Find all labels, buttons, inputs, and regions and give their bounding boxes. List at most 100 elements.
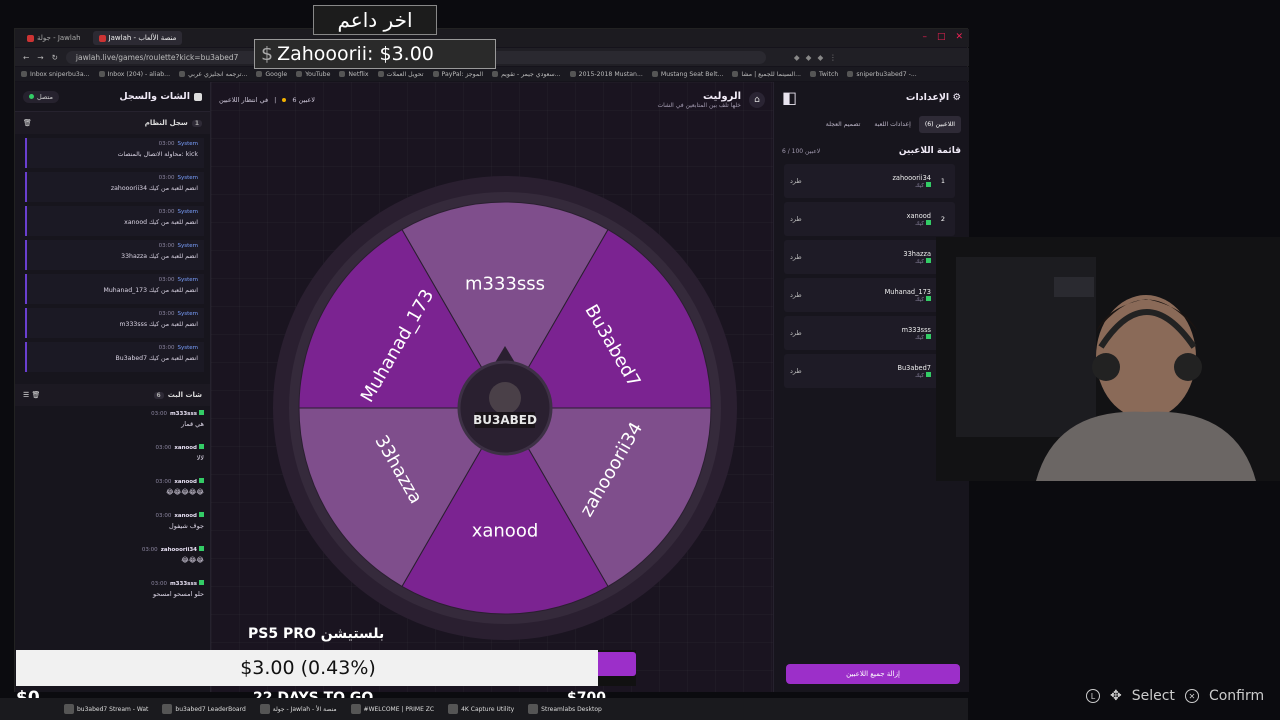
message-user: System [177,311,198,317]
kick-icon [926,219,931,225]
player-name: m333sss [901,325,931,334]
kick-player-button[interactable]: طرد [790,253,802,261]
tab-wheel-design[interactable]: تصميم العجلة [820,116,867,133]
tab-game-settings[interactable]: إعدادات اللعبة [868,116,916,133]
bookmark-item[interactable]: Netflix [339,71,368,78]
close-icon[interactable]: ✕ [955,32,963,42]
taskbar-item[interactable]: bu3abed7 LeaderBoard [158,704,249,714]
bookmark-item[interactable]: Inbox sniperbu3a... [21,71,90,78]
bookmark-item[interactable]: تحويل العملات [378,71,424,78]
chat-panel-title-text: الشات والسجل [119,91,190,102]
gear-icon: ⚙ [952,91,961,103]
player-platform: كيك [897,371,931,379]
bookmark-item[interactable]: YouTube [296,71,330,78]
tab-players[interactable]: اللاعبين (6) [918,115,961,133]
message-user[interactable]: zahooorii34 [161,547,197,553]
bookmark-item[interactable]: PayPal: الموجز [433,71,484,78]
message-text: 😂😂😂😂😂 [166,488,204,496]
extension-icon[interactable]: ◆ [806,53,812,62]
browser-tab-active[interactable]: Jawlah - منصة الألعاب [92,31,183,45]
kick-player-button[interactable]: طرد [790,329,802,337]
message-user[interactable]: m333sss [170,581,197,587]
extension-icon[interactable]: ◆ [794,53,800,62]
taskbar-item[interactable]: 4K Capture Utility [444,704,518,714]
webcam-feed [936,237,1280,481]
message-time: 03:00 [151,411,167,417]
collapse-panel-icon[interactable]: ◧ [782,88,797,107]
message-user[interactable]: xanood [174,445,197,451]
platform-label: كيك [915,296,924,303]
bookmark-item[interactable]: Google [256,71,287,78]
trash-icon[interactable]: 🗑 [23,119,32,127]
system-log-title: سجل النظام [144,119,188,127]
player-platform: كيك [885,295,931,303]
reload-icon[interactable]: ↻ [52,53,58,62]
status-dot-icon [282,98,287,102]
kick-player-button[interactable]: طرد [790,215,802,223]
system-log-item: 03:00 System xanood انضم للعبة من كيك [25,206,204,236]
kick-player-button[interactable]: طرد [790,291,802,299]
system-log-header: 🗑 سجل النظام 1 [15,112,210,134]
divider: | [274,96,277,104]
chat-message-meta: 03:00 m333sss [21,410,204,417]
platform-label: كيك [915,334,924,341]
taskbar-item[interactable]: bu3abed7 Stream - Wat [60,704,152,714]
home-button[interactable]: ⌂ [749,92,765,108]
chat-message: 03:00 xanood جوف شيفول [21,512,204,540]
player-info: m333sss كيك [902,326,931,341]
taskbar-item[interactable]: جولة - Jawlah - منصة الأ [256,704,341,714]
roulette-subtitle: خلها تلف بين المتابعين في الشات [657,102,741,109]
goal-progress-text: $3.00 (0.43%) [240,657,376,679]
bookmark-item[interactable]: Inbox (204) - aliab... [99,71,171,78]
extension-icons: ◆ ◆ ◆ ⋮ [794,53,837,62]
system-log-item: 03:00 System 33hazza انضم للعبة من كيك [25,240,204,270]
taskbar-item[interactable]: #WELCOME | PRIME ZC [347,704,439,714]
settings-title: الإعدادات ⚙ [906,92,961,103]
message-text: 😂😂😂 [181,556,204,564]
kick-player-button[interactable]: طرد [790,177,802,185]
maximize-icon[interactable]: □ [937,32,946,42]
roulette-wheel[interactable]: m333sssBu3abed7zahooorii34xanood33hazzaM… [272,175,738,641]
back-icon[interactable]: ← [23,53,29,62]
remove-all-players-button[interactable]: إزالة جميع اللاعبين [786,664,960,684]
bookmark-item[interactable]: السينما للجميع | مشا... [732,71,801,78]
taskbar-item[interactable]: Streamlabs Desktop [524,704,606,714]
player-info: zahooorii34 كيك [892,174,931,189]
kick-player-button[interactable]: طرد [790,367,802,375]
settings-header: ◧ الإعدادات ⚙ [774,82,969,112]
player-row: طرد xanood كيك 2 [784,202,955,236]
forward-icon[interactable]: → [37,53,43,62]
message-time: 03:00 [158,209,175,215]
message-user: System [177,141,198,147]
kick-icon [199,478,204,483]
player-rank: 1 [940,177,946,185]
message-user[interactable]: m333sss [170,411,197,417]
chat-message: 03:00 xanood لالا [21,444,204,472]
bookmark-item[interactable]: Mustang Seat Belt... [652,71,724,78]
system-log-list: 03:00 System محاولة الاتصال بالمنصات: kick… [15,134,210,384]
message-time: 03:00 [158,345,175,351]
cross-button-icon: ✕ [1184,689,1199,703]
message-user: System [177,209,198,215]
chat-panel-title: الشات والسجل [119,91,202,102]
message-user[interactable]: xanood [174,479,197,485]
browser-tab[interactable]: جولة - Jawlah [21,31,87,45]
chat-message-meta: 03:00 xanood [21,478,204,485]
wheel-logo-text: BU3ABED [473,413,537,427]
player-platform: كيك [907,219,931,227]
bookmark-item[interactable]: 2015-2018 Mustan... [570,71,643,78]
kick-icon [926,333,931,339]
bookmark-item[interactable]: Twitch [810,71,838,78]
message-user: System [177,345,198,351]
roulette-title-block: الروليت خلها تلف بين المتابعين في الشات … [658,91,765,109]
bookmark-item[interactable]: سعودي جيمر - تقويم... [492,71,561,78]
menu-icon[interactable]: ⋮ [829,53,837,62]
bookmark-item[interactable]: ترجمه انجليزي عربي... [179,71,247,78]
extension-icon[interactable]: ◆ [817,53,823,62]
bookmark-item[interactable]: sniperbu3abed7 -... [847,71,916,78]
message-user[interactable]: xanood [174,513,197,519]
message-text: هي قمار [181,420,204,428]
chat-tools-icon[interactable]: ☰ 🗑 [23,391,40,399]
message-time: 03:00 [155,479,172,485]
minimize-icon[interactable]: – [922,32,927,42]
